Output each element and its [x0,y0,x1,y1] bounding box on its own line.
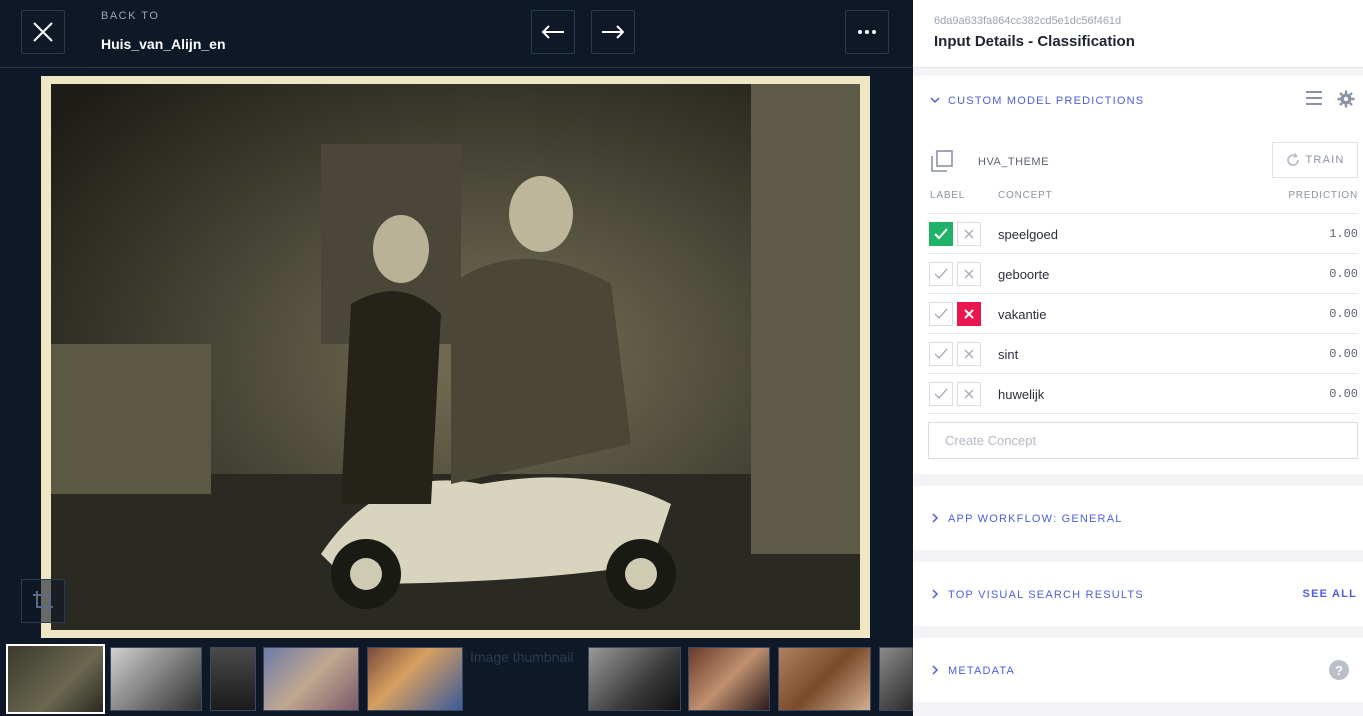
table-header: LABEL CONCEPT PREDICTION [928,188,1358,214]
close-icon [33,22,53,42]
negative-label-checkbox[interactable] [957,382,981,406]
image-viewer: BACK TO Huis_van_Alijn_en Image thumbnai… [0,0,913,716]
thumbnail-7[interactable] [688,647,770,711]
panel-title: Input Details - Classification [934,33,1135,50]
check-icon [934,348,948,360]
close-button[interactable] [21,10,65,54]
section-title[interactable]: METADATA [948,665,1015,677]
thumbnail-2[interactable] [110,647,202,711]
positive-label-checkbox[interactable] [929,262,953,286]
more-horizontal-icon [858,30,876,34]
concept-name: huwelijk [998,387,1045,402]
positive-label-checkbox[interactable] [929,302,953,326]
panel-header: 6da9a633fa864cc382cd5e1dc56f461d Input D… [913,0,1363,68]
concept-name: geboorte [998,267,1050,282]
section-actions [1305,90,1355,108]
app-workflow-section: APP WORKFLOW: GENERAL [913,486,1363,550]
prediction-value: 1.00 [1329,227,1358,241]
concept-name: vakantie [998,307,1047,322]
help-icon[interactable]: ? [1329,660,1349,680]
copy-icon[interactable] [931,150,953,172]
back-to-app-link[interactable]: BACK TO Huis_van_Alijn_en [82,0,322,68]
section-title[interactable]: APP WORKFLOW: GENERAL [948,513,1123,525]
prediction-value: 0.00 [1329,347,1358,361]
chevron-right-icon[interactable] [930,513,940,523]
thumbnail-6[interactable] [588,647,681,711]
thumbnail-3[interactable] [210,647,256,711]
table-row: geboorte 0.00 [928,254,1358,294]
x-icon [964,349,974,359]
arrow-right-icon [602,25,625,39]
concept-name: sint [998,347,1019,362]
crop-icon [33,591,53,611]
table-row: huwelijk 0.00 [928,374,1358,414]
custom-model-predictions-section: CUSTOM MODEL PREDICTIONS HVA_THEME TRAIN… [913,76,1363,474]
check-icon [934,388,948,400]
metadata-section: METADATA ? [913,638,1363,702]
list-icon[interactable] [1305,90,1323,106]
visual-search-section: TOP VISUAL SEARCH RESULTS SEE ALL [913,562,1363,626]
thumbnail-strip: Image thumbnail [0,643,913,716]
check-icon [934,228,948,240]
x-icon [964,309,974,319]
section-title[interactable]: TOP VISUAL SEARCH RESULTS [948,589,1144,601]
thumbnail-5[interactable] [367,647,463,711]
arrow-left-icon [541,25,564,39]
column-concept: CONCEPT [998,190,1053,201]
prediction-value: 0.00 [1329,267,1358,281]
table-row: vakantie 0.00 [928,294,1358,334]
viewer-topbar: BACK TO Huis_van_Alijn_en [0,0,913,68]
negative-label-checkbox[interactable] [957,222,981,246]
app-name: Huis_van_Alijn_en [101,36,226,52]
prediction-value: 0.00 [1329,307,1358,321]
photo-illustration [51,84,860,630]
column-label: LABEL [930,190,966,201]
input-details-panel: 6da9a633fa864cc382cd5e1dc56f461d Input D… [913,0,1363,716]
next-input-button[interactable] [591,10,635,54]
positive-label-checkbox[interactable] [929,222,953,246]
thumbnail-9[interactable] [879,647,913,711]
prediction-value: 0.00 [1329,387,1358,401]
model-row: HVA_THEME TRAIN [928,142,1358,182]
refresh-icon [1286,153,1299,166]
negative-label-checkbox[interactable] [957,342,981,366]
negative-label-checkbox[interactable] [957,302,981,326]
check-icon [934,308,948,320]
chevron-right-icon[interactable] [930,665,940,675]
back-label: BACK TO [101,10,160,22]
chevron-right-icon[interactable] [930,589,940,599]
train-button[interactable]: TRAIN [1272,142,1358,178]
section-title[interactable]: CUSTOM MODEL PREDICTIONS [948,95,1144,107]
thumbnail-4[interactable] [263,647,359,711]
more-options-button[interactable] [845,10,889,54]
x-icon [964,389,974,399]
input-id: 6da9a633fa864cc382cd5e1dc56f461d [934,15,1122,27]
check-icon [934,268,948,280]
column-prediction: PREDICTION [1288,190,1358,201]
gear-icon[interactable] [1337,90,1355,108]
x-icon [964,269,974,279]
see-all-link[interactable]: SEE ALL [1303,588,1357,600]
thumbnail-8[interactable] [778,647,871,711]
thumbnail-alt-text: Image thumbnail [470,649,574,665]
train-label: TRAIN [1305,154,1345,166]
thumbnail-1[interactable] [6,644,105,714]
model-name: HVA_THEME [978,156,1049,168]
crop-button[interactable] [21,579,65,623]
previous-input-button[interactable] [531,10,575,54]
positive-label-checkbox[interactable] [929,382,953,406]
main-image [41,76,870,638]
concept-name: speelgoed [998,227,1058,242]
chevron-down-icon[interactable] [930,95,940,105]
negative-label-checkbox[interactable] [957,262,981,286]
create-concept-input[interactable] [928,422,1358,459]
table-row: sint 0.00 [928,334,1358,374]
positive-label-checkbox[interactable] [929,342,953,366]
photo [51,84,860,630]
table-row: speelgoed 1.00 [928,214,1358,254]
predictions-table: speelgoed 1.00 geboorte 0.00 vakantie 0.… [928,214,1358,414]
x-icon [964,229,974,239]
